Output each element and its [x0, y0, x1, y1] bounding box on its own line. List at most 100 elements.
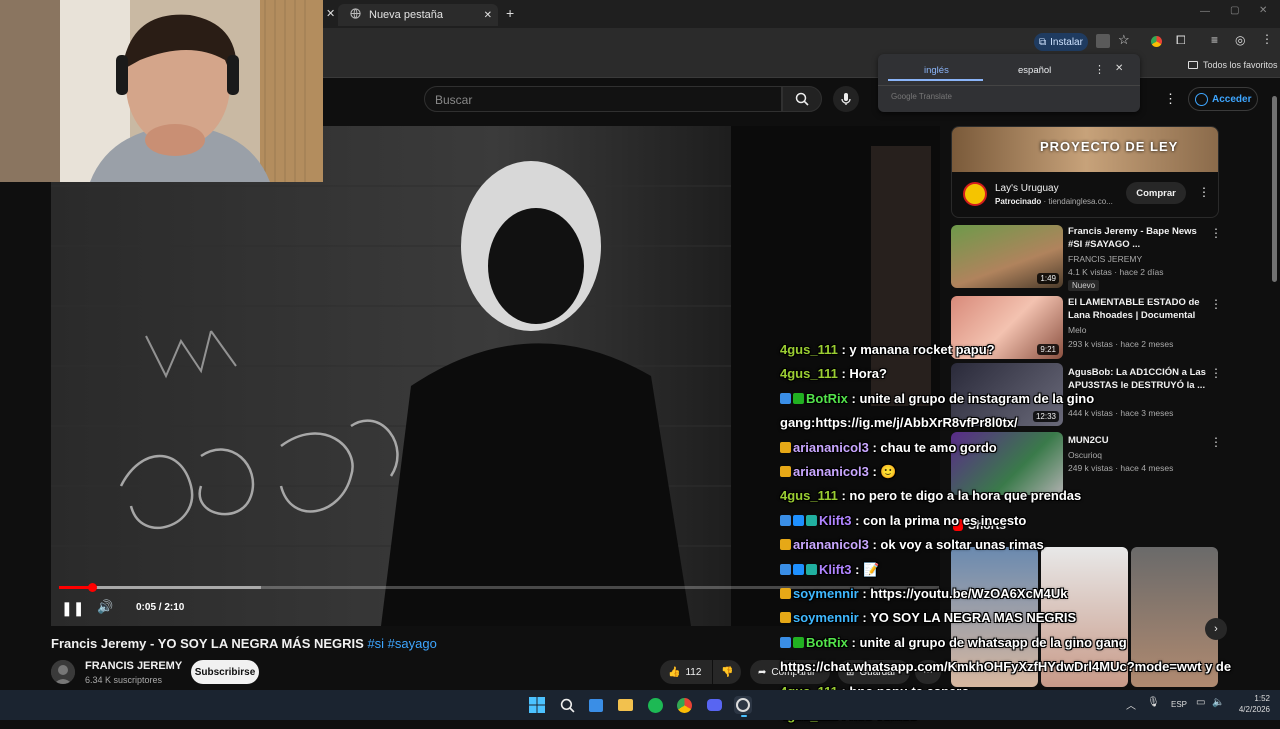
chat-message: 4gus_111 : y manana rocket papu?: [780, 338, 1260, 362]
new-tab-button[interactable]: +: [506, 5, 514, 21]
close-tab-icon[interactable]: ✕: [484, 10, 492, 21]
suggestion-thumbnail[interactable]: 1:49: [951, 225, 1063, 288]
suggestion-title[interactable]: Francis Jeremy - Bape News #SI #SAYAGO .…: [1068, 225, 1208, 251]
chat-text: : YO SOY LA NEGRA MAS NEGRIS: [858, 610, 1077, 626]
page-scrollbar[interactable]: [1272, 96, 1277, 282]
spotify-icon[interactable]: [646, 696, 664, 714]
channel-avatar-image: [51, 660, 75, 684]
ad-cta-button[interactable]: Comprar: [1126, 182, 1186, 204]
taskbar-search-icon[interactable]: [558, 696, 576, 714]
ad-options-icon[interactable]: ⋮: [1198, 185, 1210, 199]
chat-username: soymennir: [793, 586, 859, 602]
install-app-button[interactable]: ⧉ Instalar: [1034, 33, 1088, 51]
ad-domain: · tiendainglesa.co...: [1043, 197, 1113, 206]
chat-badge-icon: [780, 514, 791, 526]
dislike-button[interactable]: 👎: [713, 660, 741, 684]
active-app-indicator: [741, 715, 747, 717]
media-queue-icon[interactable]: ≡: [1211, 33, 1218, 47]
chat-message: soymennir : https://youtu.be/WzOA6XcM4Uk: [780, 582, 1260, 606]
video-hashtags[interactable]: #si #sayago: [367, 636, 436, 651]
subscribe-button[interactable]: Subscribirse: [191, 660, 259, 684]
lays-logo-icon: [963, 182, 987, 206]
chat-badge-icon: [793, 563, 804, 575]
tray-overflow-chevron-icon[interactable]: ︿: [1126, 697, 1136, 712]
install-icon: ⧉: [1039, 36, 1047, 48]
suggestion-channel[interactable]: FRANCIS JEREMY: [1068, 253, 1142, 265]
chat-message: https://chat.whatsapp.com/KmkhOHFyXzfHYd…: [780, 655, 1260, 679]
chat-badge-icon: [780, 636, 791, 648]
extension-color-icon[interactable]: [1151, 36, 1162, 47]
chat-badge-icon: [780, 539, 791, 551]
video-title: Francis Jeremy - YO SOY LA NEGRA MÁS NEG…: [51, 636, 437, 651]
chat-message: 4gus_111 : no pero te digo a la hora que…: [780, 484, 1260, 508]
channel-name[interactable]: FRANCIS JEREMY: [85, 660, 182, 672]
like-count: 112: [685, 666, 702, 678]
voice-search-button[interactable]: [833, 86, 859, 112]
suggestion-title[interactable]: El LAMENTABLE ESTADO de Lana Rhoades | D…: [1068, 296, 1208, 322]
chat-text: https://chat.whatsapp.com/KmkhOHFyXzfHYd…: [780, 659, 1232, 675]
chat-text: : no pero te digo a la hora que prendas: [837, 488, 1082, 504]
chat-username: 4gus_111: [780, 342, 838, 357]
ad-sponsored-line: Patrocinado · tiendainglesa.co...: [995, 197, 1113, 206]
browser-menu-icon[interactable]: ⋮: [1261, 32, 1273, 46]
search-input[interactable]: Buscar: [424, 86, 782, 112]
folder-icon: [1188, 61, 1198, 69]
suggestion-options-icon[interactable]: ⋮: [1210, 226, 1222, 240]
close-window-button[interactable]: ✕: [1259, 5, 1267, 16]
sign-in-button[interactable]: Acceder: [1188, 87, 1258, 111]
chat-badge-icon: [780, 563, 791, 575]
suggestion-meta: 4.1 K vistas · hace 2 días: [1068, 267, 1164, 277]
chrome-icon[interactable]: [675, 696, 693, 714]
microphone-icon: [841, 93, 851, 105]
file-explorer-icon[interactable]: [616, 696, 634, 714]
chat-username: 4gus_111: [780, 488, 838, 504]
chat-text: : unite al grupo de whatsapp de la gino …: [847, 634, 1127, 650]
obs-icon[interactable]: [734, 696, 752, 714]
clock-time: 1:52: [1254, 694, 1270, 703]
discord-icon[interactable]: [705, 696, 723, 714]
chat-message: 4gus_111 : Hora?: [780, 362, 1260, 386]
ad-banner-text: PROYECTO DE LEY: [1040, 139, 1179, 154]
minimize-window-button[interactable]: —: [1200, 6, 1210, 17]
ad-sponsored-label: Patrocinado: [995, 197, 1042, 206]
volume-button[interactable]: 🔊: [97, 599, 113, 615]
chat-username: BotRix: [806, 390, 848, 406]
keyboard-language[interactable]: ESP: [1171, 700, 1187, 709]
search-button[interactable]: [782, 86, 822, 112]
ad-advertiser: Lay's Uruguay: [995, 183, 1059, 194]
profile-icon[interactable]: ◎: [1235, 33, 1245, 47]
suggestion-channel[interactable]: Melo: [1068, 324, 1086, 336]
extensions-puzzle-icon[interactable]: ⧠: [1176, 33, 1186, 48]
taskbar-clock[interactable]: 1:52 4/2/2026: [1230, 693, 1270, 715]
search-icon: [795, 92, 809, 106]
all-bookmarks-folder[interactable]: Todos los favoritos: [1188, 60, 1278, 70]
sponsored-ad-card[interactable]: PROYECTO DE LEY Lay's Uruguay Patrocinad…: [951, 126, 1219, 218]
windows-start-icon[interactable]: [528, 696, 546, 714]
maximize-window-button[interactable]: ▢: [1230, 5, 1239, 16]
pause-button[interactable]: ❚❚: [61, 600, 84, 617]
translate-page-icon[interactable]: [1096, 34, 1110, 48]
chat-badge-icon: [793, 636, 804, 648]
chat-badge-icon: [806, 563, 817, 575]
chat-text: : 🙂: [868, 464, 897, 480]
tab-new-tab[interactable]: Nueva pestaña ✕: [338, 4, 498, 26]
translate-target-language[interactable]: español: [1018, 65, 1051, 76]
active-language-underline: [888, 79, 983, 81]
suggestion-options-icon[interactable]: ⋮: [1210, 297, 1222, 311]
channel-avatar[interactable]: [51, 660, 75, 684]
translate-close-icon[interactable]: ✕: [1115, 63, 1123, 74]
ad-banner: PROYECTO DE LEY: [952, 127, 1218, 172]
video-title-text: Francis Jeremy - YO SOY LA NEGRA MÁS NEG…: [51, 636, 364, 651]
close-previous-tab-icon[interactable]: ✕: [326, 7, 335, 20]
translate-source-language[interactable]: inglés: [924, 65, 949, 76]
chat-badge-icon: [780, 466, 791, 478]
bookmark-star-icon[interactable]: ☆: [1118, 32, 1130, 48]
speaker-icon[interactable]: 🔈: [1212, 697, 1224, 708]
network-icon[interactable]: ▭: [1196, 697, 1205, 708]
translate-options-icon[interactable]: ⋮: [1094, 63, 1105, 76]
settings-menu-icon[interactable]: ⋮: [1164, 91, 1177, 107]
tray-microphone-icon[interactable]: 🎙: [1147, 697, 1160, 708]
microsoft-store-icon[interactable]: [587, 696, 605, 714]
chat-overlay: 4gus_111 : y manana rocket papu? 4gus_111…: [780, 338, 1260, 729]
like-button[interactable]: 👍 112: [660, 660, 712, 684]
